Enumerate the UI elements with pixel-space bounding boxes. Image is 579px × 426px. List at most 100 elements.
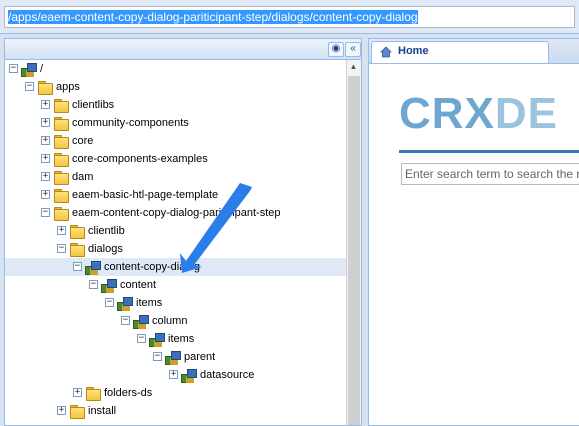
- expand-toggle-icon[interactable]: +: [57, 226, 66, 235]
- tree-node[interactable]: − items: [5, 330, 347, 348]
- collapse-toggle-icon[interactable]: −: [57, 244, 66, 253]
- path-text: /apps/eaem-content-copy-dialog-pariticip…: [8, 10, 418, 24]
- tree-node-label: items: [168, 333, 195, 345]
- tree-node[interactable]: − content-copy-dialog: [5, 258, 347, 276]
- binoculars-icon[interactable]: ◉: [328, 42, 344, 57]
- tree-node-label: eaem-content-copy-dialog-pariticipant-st…: [72, 207, 281, 219]
- home-icon: [380, 46, 392, 58]
- repository-tree: − / − apps + clientlibs + community-components +…: [5, 60, 347, 425]
- expand-toggle-icon[interactable]: +: [73, 388, 82, 397]
- tree-node[interactable]: + clientlibs: [5, 96, 347, 114]
- node-icon: [181, 367, 197, 383]
- expand-toggle-icon[interactable]: +: [41, 136, 50, 145]
- collapse-toggle-icon[interactable]: −: [89, 280, 98, 289]
- tree-node[interactable]: + install: [5, 402, 347, 420]
- home-panel: Home CRXDE: [368, 38, 579, 426]
- tree-node[interactable]: − /: [5, 60, 347, 78]
- tree-panel-header: ◉ «: [5, 39, 361, 60]
- collapse-toggle-icon[interactable]: −: [73, 262, 82, 271]
- expand-toggle-icon[interactable]: +: [57, 406, 66, 415]
- tree-node[interactable]: + dam: [5, 168, 347, 186]
- tree-node[interactable]: − column: [5, 312, 347, 330]
- tree-node-label: dam: [72, 171, 94, 183]
- tree-node[interactable]: + core: [5, 132, 347, 150]
- tree-node[interactable]: + core-components-examples: [5, 150, 347, 168]
- logo-light: DE: [494, 89, 559, 138]
- collapse-left-icon[interactable]: «: [345, 42, 361, 57]
- tree-node[interactable]: − items: [5, 294, 347, 312]
- node-icon: [101, 277, 117, 293]
- tree-node[interactable]: − parent: [5, 348, 347, 366]
- logo-underline: [399, 150, 579, 153]
- folder-icon: [53, 97, 69, 113]
- node-icon: [133, 313, 149, 329]
- collapse-toggle-icon[interactable]: −: [105, 298, 114, 307]
- tab-strip: Home: [369, 39, 579, 64]
- tree-node-label: parent: [184, 351, 216, 363]
- folder-icon: [37, 79, 53, 95]
- tree-node-label: content: [120, 279, 157, 291]
- node-icon: [117, 295, 133, 311]
- tree-node-label: datasource: [200, 369, 255, 381]
- collapse-toggle-icon[interactable]: −: [9, 64, 18, 73]
- tree-node[interactable]: + community-components: [5, 114, 347, 132]
- tree-node-label: content-copy-dialog: [104, 261, 201, 273]
- tree-node-label: column: [152, 315, 188, 327]
- collapse-toggle-icon[interactable]: −: [25, 82, 34, 91]
- expand-toggle-icon[interactable]: +: [41, 118, 50, 127]
- tree-node-label: install: [88, 405, 117, 417]
- tree-node[interactable]: − dialogs: [5, 240, 347, 258]
- tree-node[interactable]: + eaem-basic-htl-page-template: [5, 186, 347, 204]
- tree-node-label: clientlib: [88, 225, 125, 237]
- folder-icon: [53, 115, 69, 131]
- folder-icon: [53, 205, 69, 221]
- expand-toggle-icon[interactable]: +: [41, 172, 50, 181]
- expand-toggle-icon[interactable]: +: [41, 154, 50, 163]
- tree-node-label: community-components: [72, 117, 189, 129]
- folder-icon: [69, 241, 85, 257]
- expand-toggle-icon[interactable]: +: [169, 370, 178, 379]
- tree-node-label: items: [136, 297, 163, 309]
- search-input[interactable]: [402, 164, 579, 184]
- tree-scrollbar[interactable]: ▲: [346, 60, 361, 425]
- tree-node[interactable]: + datasource: [5, 366, 347, 384]
- node-icon: [149, 331, 165, 347]
- folder-icon: [53, 169, 69, 185]
- tree-node-label: eaem-basic-htl-page-template: [72, 189, 219, 201]
- node-icon: [165, 349, 181, 365]
- tree-node-label: apps: [56, 81, 80, 93]
- folder-icon: [69, 403, 85, 419]
- repository-tree-panel: ◉ « − / − apps + clientlibs + community-compone…: [4, 38, 362, 426]
- tree-node[interactable]: − eaem-content-copy-dialog-pariticipant-s…: [5, 204, 347, 222]
- scroll-thumb[interactable]: [348, 76, 360, 425]
- tree-node[interactable]: − apps: [5, 78, 347, 96]
- tree-node-label: clientlibs: [72, 99, 115, 111]
- expand-toggle-icon[interactable]: +: [41, 100, 50, 109]
- path-bar: /apps/eaem-content-copy-dialog-pariticip…: [0, 0, 579, 34]
- tree-node-label: core-components-examples: [72, 153, 208, 165]
- tree-node-label: dialogs: [88, 243, 123, 255]
- collapse-toggle-icon[interactable]: −: [153, 352, 162, 361]
- collapse-toggle-icon[interactable]: −: [41, 208, 50, 217]
- tree-node[interactable]: + folders-ds: [5, 384, 347, 402]
- path-input[interactable]: /apps/eaem-content-copy-dialog-pariticip…: [4, 6, 575, 28]
- folder-icon: [53, 151, 69, 167]
- tab-home-label: Home: [398, 45, 429, 57]
- tree-node[interactable]: + clientlib: [5, 222, 347, 240]
- scroll-up-icon[interactable]: ▲: [347, 60, 360, 74]
- folder-icon: [53, 133, 69, 149]
- node-icon: [21, 61, 37, 77]
- search-box[interactable]: [401, 163, 579, 185]
- logo-bold: CRX: [399, 89, 495, 138]
- crxde-logo: CRXDE: [399, 89, 558, 139]
- collapse-toggle-icon[interactable]: −: [121, 316, 130, 325]
- tree-node[interactable]: − content: [5, 276, 347, 294]
- tree-node-label: /: [40, 63, 44, 75]
- folder-icon: [53, 187, 69, 203]
- node-icon: [85, 259, 101, 275]
- expand-toggle-icon[interactable]: +: [41, 190, 50, 199]
- tree-node-label: folders-ds: [104, 387, 153, 399]
- tab-home[interactable]: Home: [371, 41, 549, 63]
- tree-node-label: core: [72, 135, 94, 147]
- collapse-toggle-icon[interactable]: −: [137, 334, 146, 343]
